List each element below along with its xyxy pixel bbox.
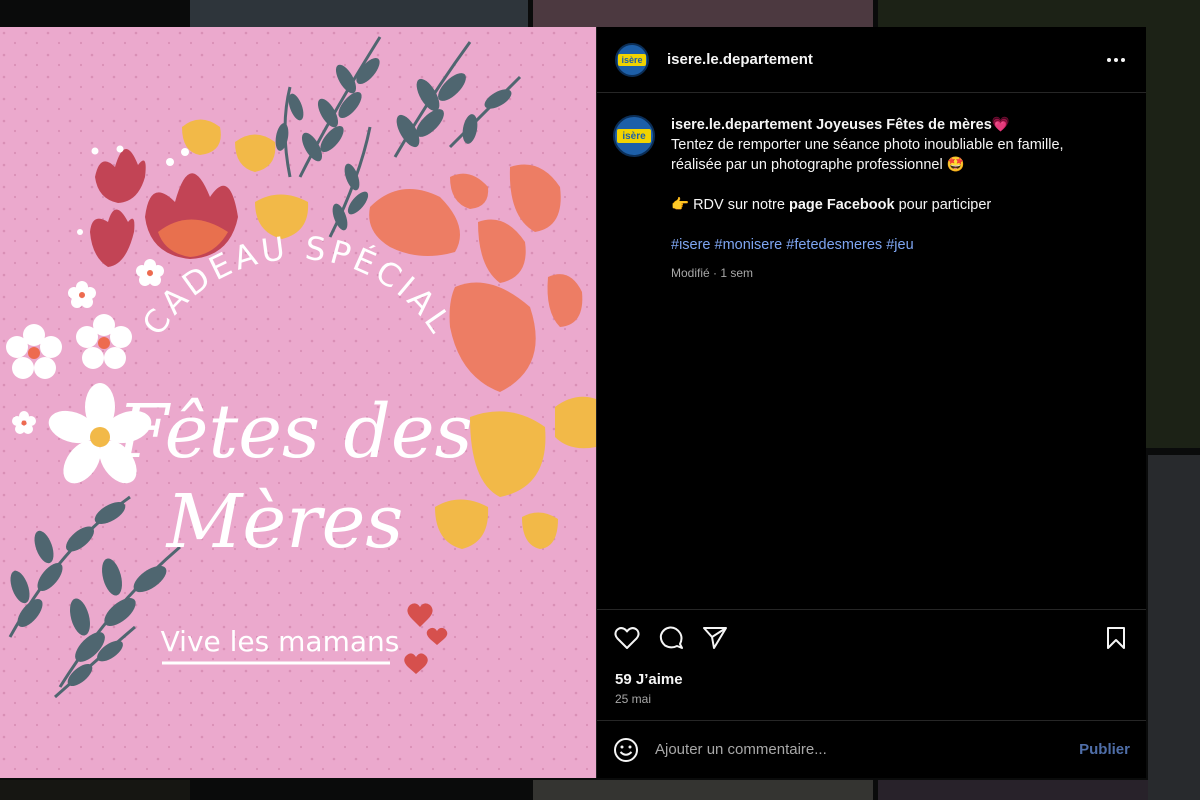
caption-avatar[interactable]: isère — [613, 115, 655, 157]
post-modal: CADEAU SPÉCIAL Fêtes des Mères Vive les … — [0, 27, 1146, 778]
caption-meta: Modifié · 1 sem — [671, 266, 754, 280]
paper-plane-icon — [703, 626, 727, 649]
caption-body: isere.le.departement Joyeuses Fêtes de m… — [671, 115, 1111, 587]
more-dots-icon — [1107, 57, 1125, 62]
caption-rdv-prefix: 👉 RDV sur notre — [671, 197, 789, 213]
more-options-button[interactable] — [1104, 48, 1128, 72]
caption-title: Joyeuses Fêtes de mères💗 — [816, 117, 1010, 133]
post-illustration: CADEAU SPÉCIAL Fêtes des Mères Vive les … — [0, 27, 596, 778]
post-panel: isère isere.le.departement isère isere.l… — [596, 27, 1146, 778]
avatar-logo: isère — [618, 53, 646, 66]
hashtag-link[interactable]: #monisere — [715, 237, 783, 253]
action-bar — [597, 609, 1146, 665]
heart-icon — [614, 626, 640, 649]
caption-rdv-suffix: pour participer — [894, 197, 992, 213]
emoji-smile-icon — [614, 737, 638, 762]
caption-section: isère isere.le.departement Joyeuses Fête… — [597, 93, 1146, 609]
image-title-line2: Mères — [165, 479, 404, 565]
comment-button[interactable] — [657, 624, 685, 652]
caption-rdv: 👉 RDV sur notre page Facebook pour parti… — [671, 195, 1111, 215]
post-header: isère isere.le.departement — [597, 27, 1146, 93]
caption-username[interactable]: isere.le.departement — [671, 117, 812, 133]
publish-button[interactable]: Publier — [1079, 741, 1130, 758]
comment-bubble-icon — [659, 625, 683, 649]
comment-input[interactable] — [655, 741, 1080, 758]
header-username[interactable]: isere.le.departement — [667, 51, 1104, 68]
hashtag-link[interactable]: #jeu — [886, 237, 913, 253]
caption-line: Tentez de remporter une séance photo ino… — [671, 137, 1064, 153]
save-button[interactable] — [1102, 624, 1130, 652]
image-subtitle: Vive les mamans — [161, 625, 400, 658]
avatar[interactable]: isère — [615, 42, 649, 77]
like-button[interactable] — [613, 624, 641, 652]
comment-bar: Publier — [597, 720, 1146, 778]
emoji-button[interactable] — [613, 737, 639, 763]
share-button[interactable] — [701, 624, 729, 652]
likes-count[interactable]: 59 J’aime — [597, 665, 1146, 688]
post-date: 25 mai — [615, 692, 652, 706]
post-image[interactable]: CADEAU SPÉCIAL Fêtes des Mères Vive les … — [0, 27, 596, 778]
hashtag-link[interactable]: #isere — [671, 237, 711, 253]
hashtag-list: #isere #monisere #fetedesmeres #jeu — [671, 235, 1111, 255]
caption-line: réalisée par un photographe professionne… — [671, 157, 965, 173]
caption-avatar-logo: isère — [617, 129, 651, 143]
hashtag-link[interactable]: #fetedesmeres — [786, 237, 882, 253]
caption-rdv-link: page Facebook — [788, 197, 895, 213]
bookmark-icon — [1107, 626, 1125, 649]
image-title-line1: Fêtes des — [115, 389, 472, 475]
